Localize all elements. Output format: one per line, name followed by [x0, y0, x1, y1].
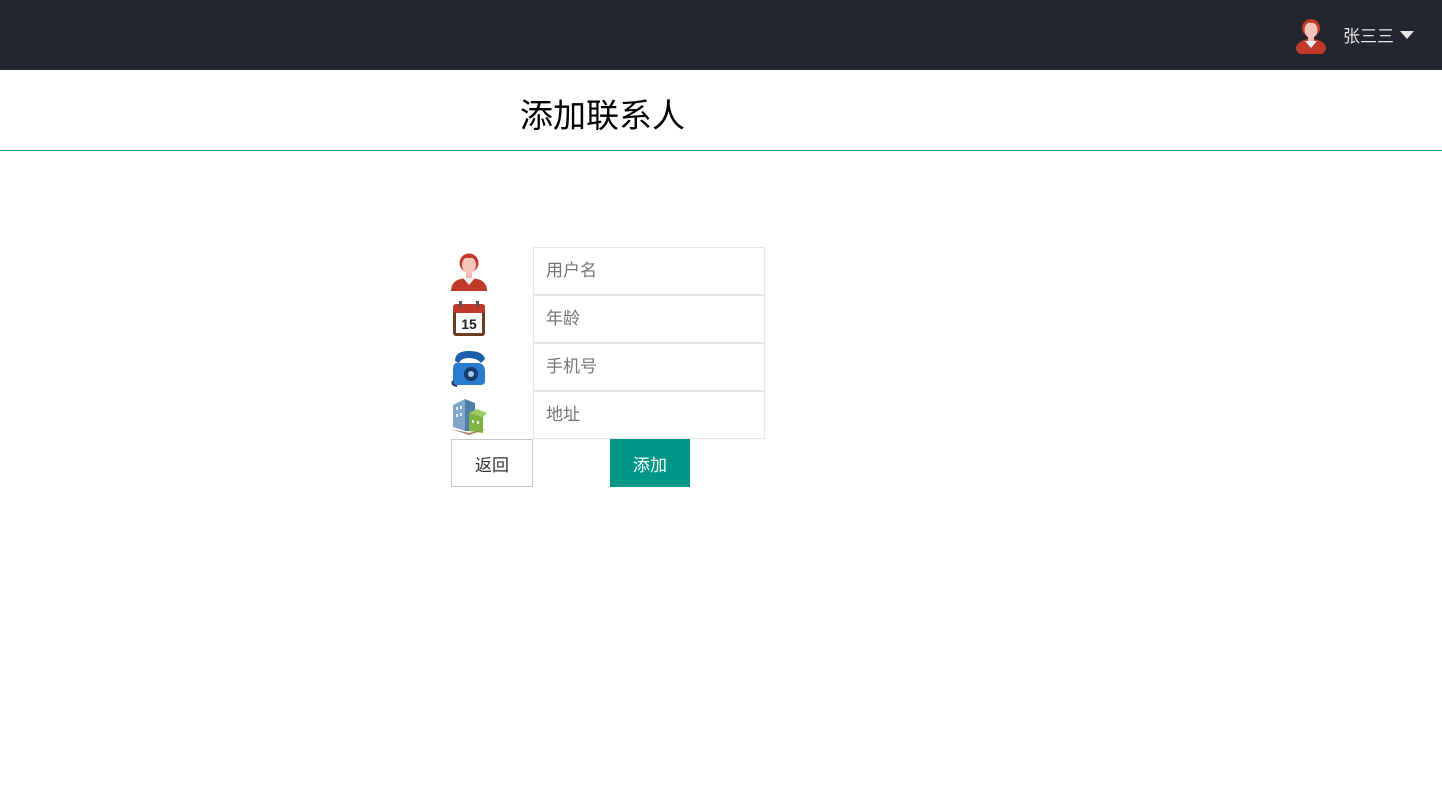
back-button[interactable]: 返回: [451, 439, 533, 487]
user-avatar-icon: [1296, 19, 1326, 54]
username-input[interactable]: [533, 247, 765, 295]
top-navbar: 张三三: [0, 0, 1442, 70]
telephone-icon: [451, 351, 485, 387]
phone-input[interactable]: [533, 343, 765, 391]
user-menu[interactable]: 张三三: [1291, 14, 1414, 54]
add-button[interactable]: 添加: [610, 439, 690, 487]
form-row-address: [449, 391, 769, 439]
form-actions: 返回 添加: [449, 439, 769, 489]
caret-down-icon[interactable]: [1400, 31, 1414, 39]
age-input[interactable]: [533, 295, 765, 343]
form-row-phone: [449, 343, 769, 391]
title-row: 添加联系人: [0, 70, 1442, 151]
building-icon: [451, 399, 487, 435]
form-row-age: 15: [449, 295, 769, 343]
username-label[interactable]: 张三三: [1343, 22, 1394, 47]
page-title: 添加联系人: [520, 96, 685, 135]
calendar-number: 15: [461, 316, 477, 332]
calendar-icon: 15: [453, 301, 485, 336]
person-icon: [451, 253, 487, 291]
contact-form: 15 返回 添加: [449, 247, 769, 489]
form-row-username: [449, 247, 769, 295]
address-input[interactable]: [533, 391, 765, 439]
